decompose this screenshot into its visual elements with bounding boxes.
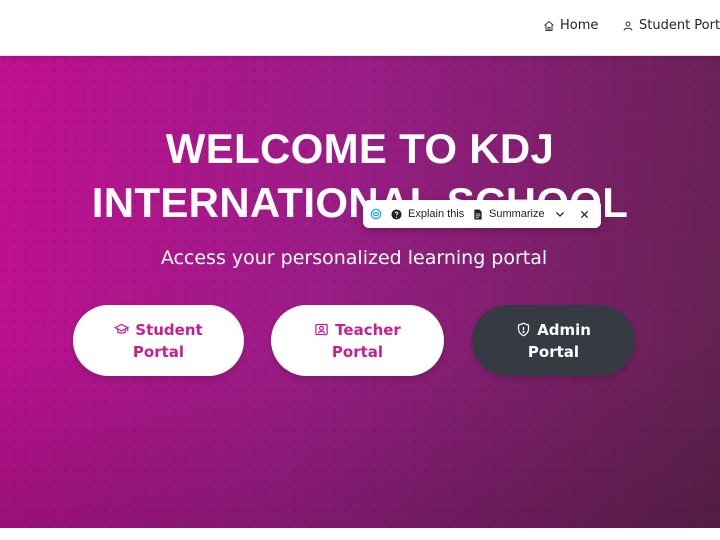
student-portal-label-1: Student (135, 320, 203, 339)
nav-home-link[interactable]: Home (543, 18, 598, 33)
admin-portal-button[interactable]: Admin Portal (472, 305, 635, 376)
explain-this-button[interactable]: Explain this (391, 200, 464, 228)
summarize-label: Summarize (489, 208, 545, 220)
top-navigation-bar: Home Student Porta (0, 0, 720, 56)
nav-student-portal-label: Student Porta (639, 18, 720, 33)
assistant-more-dropdown[interactable] (554, 200, 566, 228)
welcome-hero: WELCOME TO KDJ INTERNATIONAL SCHOOL Acce… (0, 56, 720, 528)
admin-portal-label-2: Portal (527, 342, 580, 361)
admin-portal-label-1: Admin (537, 320, 591, 339)
graduation-cap-icon (114, 323, 130, 334)
assistant-logo-icon (370, 208, 382, 220)
teacher-portal-button[interactable]: Teacher Portal (271, 305, 444, 376)
nav-home-label: Home (560, 18, 599, 33)
home-icon (544, 20, 554, 31)
summarize-button[interactable]: Summarize (473, 200, 545, 228)
teacher-icon (315, 323, 328, 336)
user-icon (623, 21, 633, 31)
teacher-portal-label-2: Portal (331, 342, 384, 361)
explain-this-label: Explain this (408, 208, 465, 220)
student-portal-label-2: Portal (132, 342, 185, 361)
hero-subtitle: Access your personalized learning portal (160, 247, 548, 269)
nav-student-portal-link[interactable]: Student Porta (622, 18, 720, 33)
document-icon (474, 208, 482, 220)
close-icon (580, 210, 589, 218)
title-line-1: WELCOME TO KDJ (165, 125, 555, 172)
question-circle-icon (391, 208, 402, 220)
assistant-close-button[interactable] (579, 200, 590, 228)
shield-icon (517, 322, 530, 337)
page-bottom-strip (0, 528, 720, 540)
teacher-portal-label-1: Teacher (335, 320, 401, 339)
chevron-down-icon (556, 212, 564, 217)
page-title: WELCOME TO KDJ INTERNATIONAL SCHOOL (0, 122, 720, 230)
assistant-logo-button[interactable] (369, 200, 383, 228)
assistant-selection-toolbar: Explain this Summarize (363, 200, 601, 228)
student-portal-button[interactable]: Student Portal (73, 305, 244, 376)
